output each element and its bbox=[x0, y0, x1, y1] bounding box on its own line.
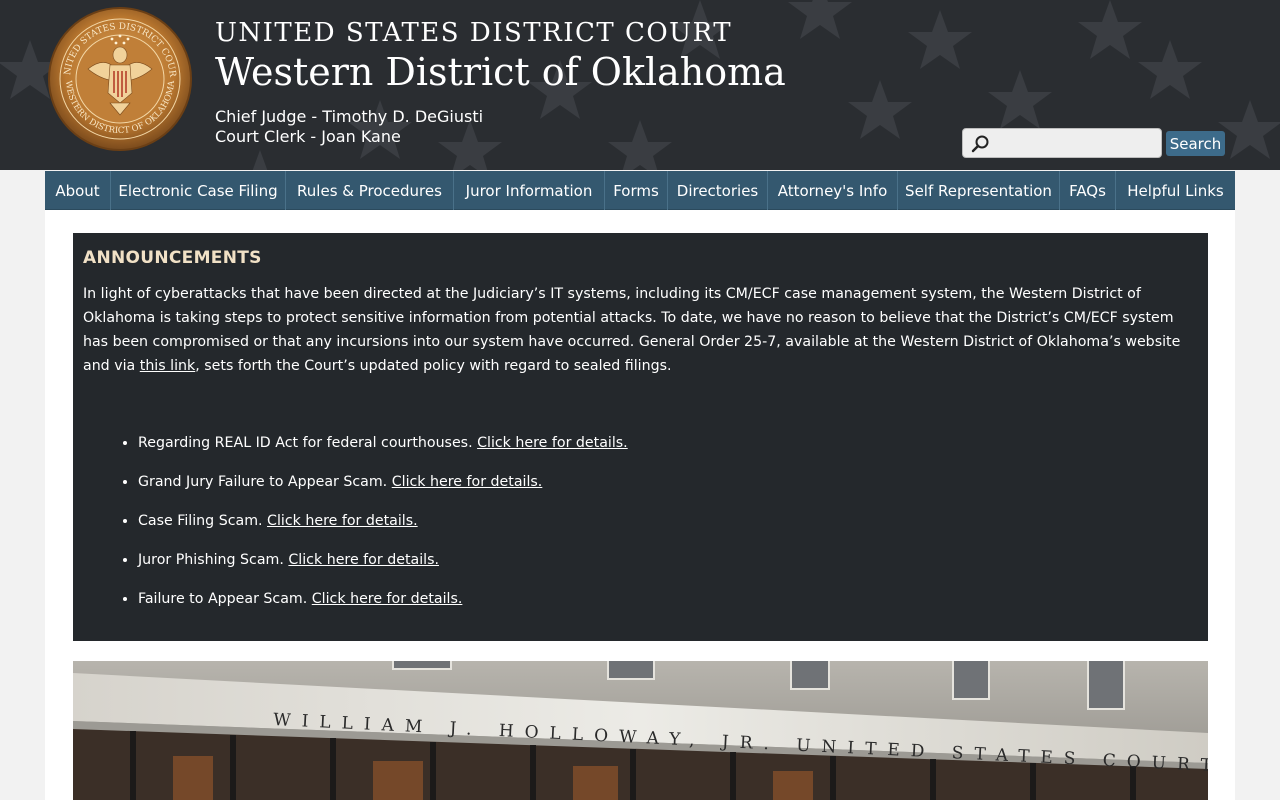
nav-item-rules-procedures[interactable]: Rules & Procedures bbox=[286, 171, 454, 210]
nav-item-forms[interactable]: Forms bbox=[605, 171, 668, 210]
announcements-panel: ANNOUNCEMENTS In light of cyberattacks t… bbox=[73, 233, 1208, 641]
court-name: UNITED STATES DISTRICT COURT bbox=[215, 18, 733, 48]
nav-item-directories[interactable]: Directories bbox=[668, 171, 768, 210]
list-item-text: Grand Jury Failure to Appear Scam. bbox=[138, 474, 392, 490]
case-filing-scam-details-link[interactable]: Click here for details. bbox=[267, 513, 418, 529]
courthouse-photo: WILLIAM J. HOLLOWAY, JR. UNITED STATES C… bbox=[73, 661, 1208, 800]
district-title[interactable]: Western District of Oklahoma bbox=[215, 50, 786, 94]
list-item: Case Filing Scam. Click here for details… bbox=[138, 510, 1198, 532]
search-button[interactable]: Search bbox=[1166, 131, 1225, 156]
announcement-text-end: , sets forth the Court’s updated policy … bbox=[195, 358, 672, 374]
list-item-text: Failure to Appear Scam. bbox=[138, 591, 312, 607]
list-item-text: Regarding REAL ID Act for federal courth… bbox=[138, 435, 478, 451]
general-order-link[interactable]: this link bbox=[140, 358, 196, 374]
real-id-details-link[interactable]: Click here for details. bbox=[477, 435, 628, 451]
nav-item-about[interactable]: About bbox=[45, 171, 111, 210]
juror-phishing-scam-details-link[interactable]: Click here for details. bbox=[288, 552, 439, 568]
main-nav: About Electronic Case Filing Rules & Pro… bbox=[45, 171, 1235, 210]
search-input[interactable] bbox=[993, 133, 1153, 153]
chief-judge-label: Chief Judge - Timothy D. DeGiusti bbox=[215, 107, 484, 126]
court-clerk-label: Court Clerk - Joan Kane bbox=[215, 127, 401, 146]
site-header: UNITED STATES DISTRICT COURT WESTERN DIS… bbox=[0, 0, 1280, 170]
search-icon bbox=[971, 135, 989, 153]
nav-item-helpful-links[interactable]: Helpful Links bbox=[1116, 171, 1235, 210]
court-seal-logo[interactable]: UNITED STATES DISTRICT COURT WESTERN DIS… bbox=[48, 7, 193, 152]
nav-item-electronic-case-filing[interactable]: Electronic Case Filing bbox=[111, 171, 286, 210]
nav-item-faqs[interactable]: FAQs bbox=[1060, 171, 1116, 210]
failure-to-appear-scam-details-link[interactable]: Click here for details. bbox=[312, 591, 463, 607]
nav-item-self-representation[interactable]: Self Representation bbox=[898, 171, 1060, 210]
announcement-list: Regarding REAL ID Act for federal courth… bbox=[83, 432, 1198, 610]
search-box bbox=[962, 128, 1162, 158]
list-item: Grand Jury Failure to Appear Scam. Click… bbox=[138, 471, 1198, 493]
list-item: Failure to Appear Scam. Click here for d… bbox=[138, 588, 1198, 610]
nav-item-juror-information[interactable]: Juror Information bbox=[454, 171, 605, 210]
main-content: ANNOUNCEMENTS In light of cyberattacks t… bbox=[45, 210, 1235, 800]
announcement-body: In light of cyberattacks that have been … bbox=[83, 282, 1198, 378]
announcements-title: ANNOUNCEMENTS bbox=[83, 248, 262, 268]
nav-item-attorneys-info[interactable]: Attorney's Info bbox=[768, 171, 898, 210]
grand-jury-scam-details-link[interactable]: Click here for details. bbox=[392, 474, 543, 490]
list-item: Juror Phishing Scam. Click here for deta… bbox=[138, 549, 1198, 571]
list-item-text: Juror Phishing Scam. bbox=[138, 552, 289, 568]
list-item-text: Case Filing Scam. bbox=[138, 513, 268, 529]
list-item: Regarding REAL ID Act for federal courth… bbox=[138, 432, 1198, 454]
